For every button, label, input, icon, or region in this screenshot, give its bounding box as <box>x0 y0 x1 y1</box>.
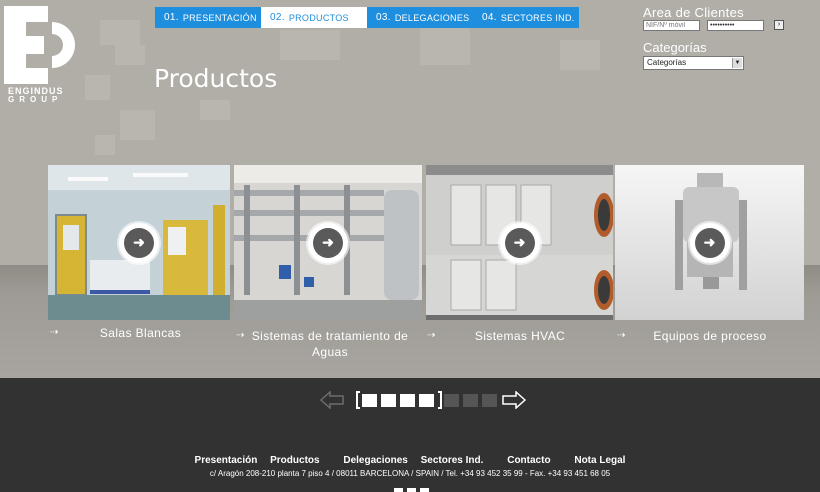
arrow-right-icon: ➜ <box>504 227 535 258</box>
footer-link-delegaciones[interactable]: Delegaciones <box>343 455 407 466</box>
product-caption-hvac[interactable]: Sistemas HVAC <box>455 328 585 344</box>
footer-link-nota-legal[interactable]: Nota Legal <box>574 455 625 466</box>
product-caption-salas-blancas[interactable]: Salas Blancas <box>78 325 203 341</box>
product-card-salas-blancas[interactable]: ➜ <box>48 165 230 320</box>
tab-number: 04. <box>482 12 497 23</box>
categories-label: Categorías <box>643 40 707 55</box>
tab-label: DELEGACIONES <box>394 12 470 23</box>
pager-bracket-left <box>356 391 360 409</box>
tab-productos[interactable]: 02. PRODUCTOS <box>261 7 367 28</box>
client-area-heading: Area de Clientes <box>643 5 744 20</box>
product-card-tratamiento-aguas[interactable]: ➜ <box>234 165 422 320</box>
footer-link-productos[interactable]: Productos <box>270 455 319 466</box>
slide-pager <box>356 391 501 409</box>
arrow-right-icon: ➜ <box>694 227 725 258</box>
footer-link-presentacion[interactable]: Presentación <box>195 455 258 466</box>
view-product-button[interactable]: ➜ <box>689 222 730 263</box>
page-title: Productos <box>154 64 278 93</box>
logo-mark-icon <box>4 6 75 84</box>
tab-delegaciones[interactable]: 03. DELEGACIONES <box>367 7 473 28</box>
categories-selected-value: Categorías <box>647 58 687 67</box>
tab-number: 01. <box>164 12 179 23</box>
pager-bracket-right <box>438 391 442 409</box>
footer-nav: Presentación Productos Delegaciones Sect… <box>0 455 820 466</box>
engindus-logo[interactable]: ENGINDUS GROUP <box>4 6 78 104</box>
bullet-arrow-icon: ⇢ <box>427 330 436 341</box>
view-product-button[interactable]: ➜ <box>499 222 540 263</box>
pager-dot-3[interactable] <box>400 393 415 407</box>
tab-label: PRESENTACIÓN <box>182 12 257 23</box>
main-nav: 01. PRESENTACIÓN 02. PRODUCTOS 03. DELEG… <box>155 7 579 28</box>
categories-select[interactable]: Categorías ▼ <box>643 56 744 70</box>
bullet-arrow-icon: ⇢ <box>617 330 626 341</box>
pager-dot-7[interactable] <box>482 393 497 407</box>
pager-dot-5[interactable] <box>444 393 459 407</box>
dropdown-arrow-icon: ▼ <box>732 58 742 68</box>
login-form: › <box>643 20 813 31</box>
tab-number: 03. <box>376 12 391 23</box>
view-product-button[interactable]: ➜ <box>119 222 159 263</box>
password-input[interactable] <box>707 20 764 31</box>
product-card-hvac[interactable]: ➜ <box>426 165 613 320</box>
footer-link-contacto[interactable]: Contacto <box>507 455 550 466</box>
tab-number: 02. <box>270 12 285 23</box>
product-caption-equipos-proceso[interactable]: Equipos de proceso <box>640 328 780 344</box>
nif-input[interactable] <box>643 20 700 31</box>
view-product-button[interactable]: ➜ <box>308 222 348 263</box>
product-caption-tratamiento-aguas[interactable]: Sistemas de tratamiento de Aguas <box>250 328 410 360</box>
footer-link-sectores[interactable]: Sectores Ind. <box>421 455 484 466</box>
tab-sectores[interactable]: 04. SECTORES IND. <box>473 7 579 28</box>
bullet-arrow-icon: ⇢ <box>236 330 245 341</box>
prev-arrow-icon[interactable] <box>320 391 344 409</box>
pager-dot-4[interactable] <box>419 393 434 407</box>
next-arrow-icon[interactable] <box>502 391 526 409</box>
logo-group-text: GROUP <box>8 95 63 104</box>
pager-dot-1[interactable] <box>362 393 377 407</box>
pager-dot-6[interactable] <box>463 393 478 407</box>
tab-presentacion[interactable]: 01. PRESENTACIÓN <box>155 7 261 28</box>
product-card-equipos-proceso[interactable]: ➜ <box>615 165 804 320</box>
client-area: Area de Clientes › <box>643 5 813 31</box>
login-submit-button[interactable]: › <box>774 20 784 30</box>
footer-address: c/ Aragón 208-210 planta 7 piso 4 / 0801… <box>209 469 611 478</box>
tab-label: PRODUCTOS <box>288 12 349 23</box>
arrow-right-icon: ➜ <box>124 227 154 258</box>
bullet-arrow-icon: ⇢ <box>50 327 59 338</box>
arrow-right-icon: ➜ <box>313 227 343 258</box>
footer-ornament <box>394 488 433 492</box>
tab-label: SECTORES IND. <box>500 12 575 23</box>
pager-dot-2[interactable] <box>381 393 396 407</box>
